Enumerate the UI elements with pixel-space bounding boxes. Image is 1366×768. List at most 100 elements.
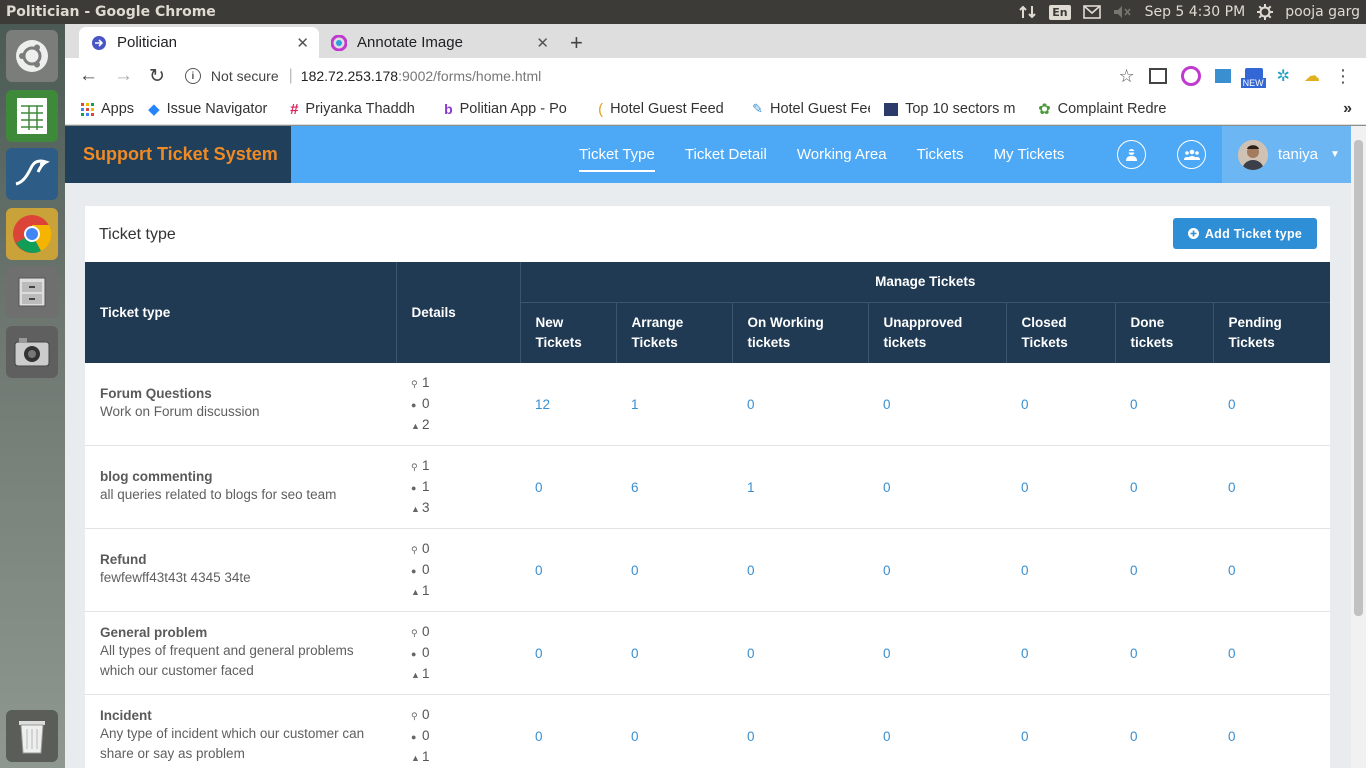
bookmark-complaint[interactable]: ✿ Complaint Redre [1038, 100, 1178, 118]
bookmark-apps[interactable]: Apps [81, 101, 134, 117]
menu-kebab-icon[interactable]: ⋮ [1334, 66, 1352, 87]
ticket-count-link[interactable]: 0 [732, 611, 868, 695]
tab-politician[interactable]: Politician ✕ [79, 27, 319, 58]
ticket-count-link[interactable]: 0 [1213, 694, 1330, 768]
ticket-count-link[interactable]: 0 [868, 528, 1006, 612]
new-extension-icon[interactable]: NEW [1240, 68, 1266, 88]
nav-my-tickets[interactable]: My Tickets [994, 146, 1065, 163]
ticket-count-link[interactable]: 0 [1006, 528, 1115, 612]
bookmark-hotel-guest-2[interactable]: ✎ Hotel Guest Feed [752, 101, 870, 117]
ticket-count-link[interactable]: 0 [868, 445, 1006, 529]
more-bookmarks-icon[interactable]: » [1343, 100, 1352, 118]
ticket-count-link[interactable]: 0 [1006, 694, 1115, 768]
color-picker-icon[interactable] [1180, 66, 1201, 86]
ubuntu-dash-icon[interactable] [6, 30, 58, 82]
ticket-count-link[interactable]: 0 [520, 528, 616, 612]
table-row: blog commenting all queries related to bl… [85, 445, 1330, 529]
mail-icon[interactable] [1082, 5, 1101, 19]
address-bar[interactable]: 182.72.253.178:9002/forms/home.html [301, 68, 542, 84]
files-cabinet-icon[interactable] [6, 266, 58, 318]
ticket-count-link[interactable]: 0 [1213, 445, 1330, 529]
info-icon[interactable]: i [184, 68, 201, 84]
ticket-count-link[interactable]: 0 [732, 528, 868, 612]
ticket-count-link[interactable]: 1 [616, 363, 732, 446]
screenshot-icon[interactable] [1148, 68, 1167, 84]
forward-icon[interactable]: → [114, 65, 133, 87]
weather-extension-icon[interactable]: ☁ [1304, 66, 1320, 86]
user-menu[interactable]: taniya ▼ [1222, 126, 1351, 183]
bookmark-hotel-guest-1[interactable]: ( Hotel Guest Feed [598, 101, 738, 118]
ticket-count-link[interactable]: 0 [1006, 611, 1115, 695]
bookmark-priyanka[interactable]: # Priyanka Thaddh [290, 101, 430, 118]
header-sub-col: New Tickets [519, 302, 616, 363]
close-tab-icon[interactable]: ✕ [296, 34, 309, 52]
scrollbar-thumb[interactable] [1354, 140, 1363, 616]
ticket-count-link[interactable]: 0 [520, 611, 616, 695]
spreadsheet-app-icon[interactable] [6, 90, 58, 142]
ticket-count-link[interactable]: 0 [868, 363, 1006, 446]
user-icon: ▲ [411, 669, 420, 680]
new-tab-icon[interactable]: + [570, 30, 583, 56]
table-row: General problem All types of frequent and… [85, 611, 1330, 695]
nav-ticket-detail[interactable]: Ticket Detail [685, 146, 767, 163]
ticket-count-link[interactable]: 0 [1115, 694, 1213, 768]
ticket-count-link[interactable]: 1 [732, 445, 868, 529]
card-title: Ticket type [99, 226, 176, 243]
ticket-count-link[interactable]: 0 [1115, 611, 1213, 695]
bookmark-top-sectors[interactable]: Top 10 sectors m [884, 101, 1024, 117]
ticket-type-card: Ticket type Add Ticket type Ticket type … [85, 206, 1330, 768]
settings-gear-icon[interactable] [1257, 4, 1274, 20]
ticket-count-link[interactable]: 0 [616, 611, 732, 695]
ticket-count-link[interactable]: 6 [616, 445, 732, 529]
chrome-app-icon[interactable] [6, 208, 58, 260]
ticket-count-link[interactable]: 0 [1006, 363, 1115, 446]
nav-working-area[interactable]: Working Area [797, 146, 887, 163]
close-tab-icon[interactable]: ✕ [536, 34, 549, 52]
ticket-type-table: Ticket type Details Manage Tickets New Ti… [85, 262, 1330, 768]
ticket-type-name: General problem [100, 625, 208, 640]
ticket-count-link[interactable]: 0 [732, 363, 868, 446]
detail-line: ⚲ 1 [411, 373, 519, 394]
os-user[interactable]: pooja garg [1285, 4, 1360, 20]
ticket-count-link[interactable]: 0 [1115, 363, 1213, 446]
volume-muted-icon[interactable] [1113, 5, 1133, 19]
trash-icon[interactable] [6, 710, 58, 762]
ticket-count-link[interactable]: 0 [1115, 445, 1213, 529]
ticket-count-link[interactable]: 0 [1213, 611, 1330, 695]
back-icon[interactable]: ← [79, 65, 98, 87]
network-icon[interactable] [1019, 4, 1037, 20]
tab-annotate-image[interactable]: Annotate Image ✕ [319, 27, 559, 58]
security-label[interactable]: Not secure [211, 68, 279, 84]
keyboard-layout[interactable]: En [1049, 4, 1071, 20]
add-ticket-type-button[interactable]: Add Ticket type [1173, 218, 1317, 249]
ticket-count-link[interactable]: 12 [520, 363, 616, 446]
ticket-count-link[interactable]: 0 [520, 445, 616, 529]
header-line: Tickets [1021, 335, 1068, 350]
mysql-workbench-icon[interactable] [6, 148, 58, 200]
nav-ticket-type[interactable]: Ticket Type [579, 146, 655, 172]
bookmark-star-icon[interactable]: ☆ [1118, 66, 1134, 87]
ticket-count-link[interactable]: 0 [1213, 528, 1330, 612]
users-group-button[interactable] [1177, 140, 1206, 169]
ticket-count-link[interactable]: 0 [1115, 528, 1213, 612]
camera-app-icon[interactable] [6, 326, 58, 378]
ticket-count-link[interactable]: 0 [616, 528, 732, 612]
user-secret-button[interactable] [1117, 140, 1146, 169]
ticket-count-link[interactable]: 0 [616, 694, 732, 768]
details-cell: ⚲ 0 ● 0 ▲ 1 [396, 611, 520, 695]
ticket-count-link[interactable]: 0 [1006, 445, 1115, 529]
bookmark-issue-navigator[interactable]: ◆ Issue Navigator [148, 100, 276, 118]
bookmark-politian-app[interactable]: b Politian App - Po [444, 101, 584, 117]
ticket-count-link[interactable]: 0 [520, 694, 616, 768]
ticket-count-link[interactable]: 0 [868, 694, 1006, 768]
ticket-count-link[interactable]: 0 [732, 694, 868, 768]
ticket-count-link[interactable]: 0 [868, 611, 1006, 695]
nav-tickets[interactable]: Tickets [917, 146, 964, 163]
reload-icon[interactable]: ↻ [149, 65, 165, 88]
app-brand[interactable]: Support Ticket System [65, 126, 291, 183]
react-extension-icon[interactable]: ✲ [1277, 66, 1290, 86]
ticket-count-link[interactable]: 0 [1213, 363, 1330, 446]
page-scrollbar[interactable] [1351, 126, 1366, 768]
clock[interactable]: Sep 5 4:30 PM [1145, 4, 1246, 20]
image-extension-icon[interactable] [1214, 69, 1231, 83]
